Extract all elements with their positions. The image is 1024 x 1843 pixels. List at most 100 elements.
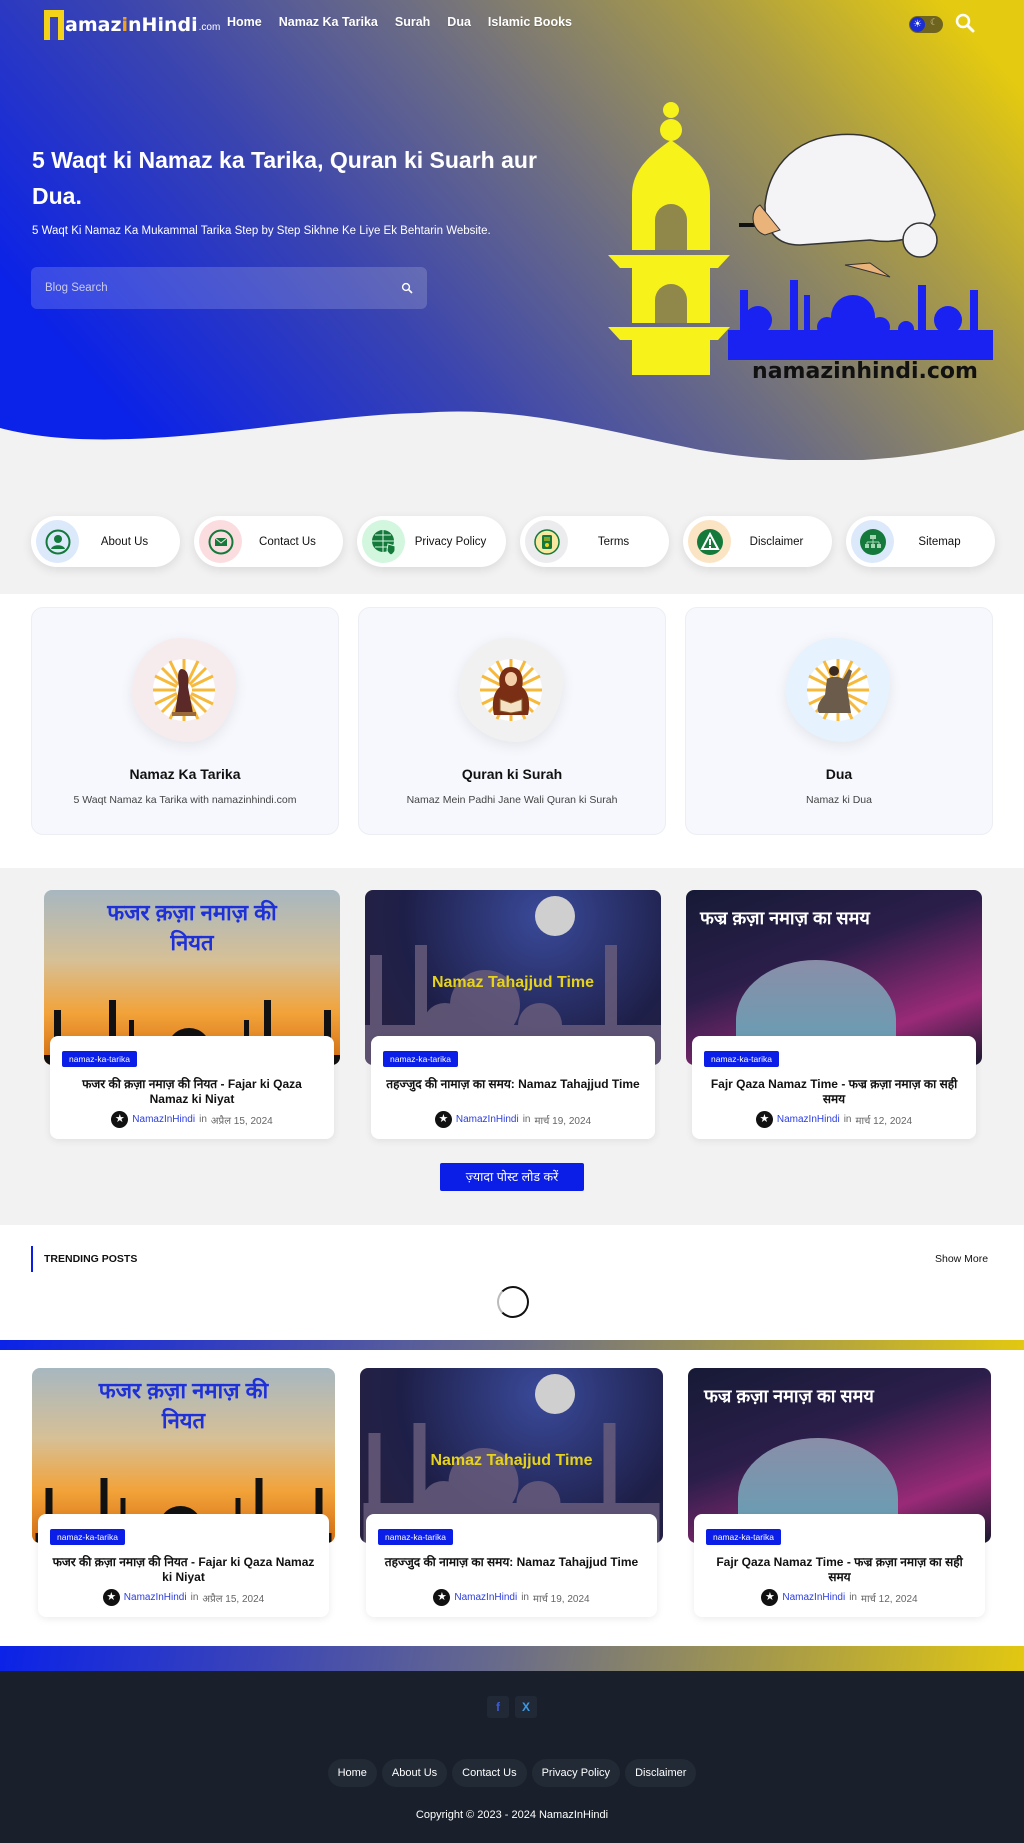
post-tag[interactable]: namaz-ka-tarika [706, 1529, 781, 1545]
menu-item-home[interactable]: Home [227, 15, 262, 29]
footer-link-home[interactable]: Home [327, 1759, 377, 1787]
post-tag[interactable]: namaz-ka-tarika [378, 1529, 453, 1545]
menu-item-islamic-books[interactable]: Islamic Books [488, 15, 572, 29]
post-meta: ★ NamazInHindi in अप्रैल 15, 2024 [50, 1589, 317, 1606]
post-author[interactable]: NamazInHindi [456, 1114, 519, 1125]
gradient-divider [0, 1340, 1024, 1350]
category-description: Namaz Mein Padhi Jane Wali Quran ki Sura… [406, 794, 618, 806]
quick-link-disclaimer[interactable]: Disclaimer [683, 516, 832, 567]
logo-mark-icon [44, 10, 64, 40]
author-avatar-icon: ★ [102, 1589, 120, 1606]
hero-title: 5 Waqt ki Namaz ka Tarika, Quran ki Suar… [32, 147, 537, 209]
category-card-quran-ki-surah[interactable]: Quran ki Surah Namaz Mein Padhi Jane Wal… [358, 607, 666, 835]
trending-header-band [0, 1225, 1024, 1340]
category-title: Namaz Ka Tarika [129, 766, 241, 782]
quran-reader-icon [480, 659, 542, 721]
search-icon[interactable] [401, 282, 413, 294]
quick-link-terms[interactable]: Terms [520, 516, 669, 567]
blog-search-input[interactable] [45, 282, 401, 294]
category-blob [132, 638, 236, 742]
theme-toggle[interactable]: ☀ ☾ [909, 16, 943, 33]
quick-link-label: Disclaimer [749, 535, 804, 548]
meta-in: in [843, 1114, 852, 1125]
trending-post-card[interactable]: Namaz Tahajjud Time namaz-ka-tarika तहज्… [360, 1368, 663, 1617]
category-card-namaz-ka-tarika[interactable]: Namaz Ka Tarika 5 Waqt Namaz ka Tarika w… [31, 607, 339, 835]
load-more-button[interactable]: ज़्यादा पोस्ट लोड करें [440, 1163, 584, 1191]
quick-link-contact-us[interactable]: Contact Us [194, 516, 343, 567]
menu-item-namaz-ka-tarika[interactable]: Namaz Ka Tarika [279, 15, 378, 29]
post-author[interactable]: NamazInHindi [454, 1592, 517, 1603]
post-author[interactable]: NamazInHindi [124, 1592, 187, 1603]
category-blob [459, 638, 563, 742]
footer-links: Home About Us Contact Us Privacy Policy … [0, 1759, 1024, 1787]
footer-link-disclaimer[interactable]: Disclaimer [625, 1759, 697, 1787]
loading-spinner-icon [497, 1286, 529, 1318]
post-body: namaz-ka-tarika Fajr Qaza Namaz Time - फ… [692, 1036, 976, 1139]
author-avatar-icon: ★ [111, 1111, 129, 1128]
author-avatar-icon: ★ [434, 1111, 452, 1128]
top-nav: amazinHindi .com Home Namaz Ka Tarika Su… [0, 0, 1024, 50]
author-avatar-icon: ★ [755, 1111, 773, 1128]
document-icon [525, 520, 568, 563]
footer-link-about-us[interactable]: About Us [381, 1759, 448, 1787]
post-author[interactable]: NamazInHindi [782, 1592, 845, 1603]
footer-link-privacy-policy[interactable]: Privacy Policy [531, 1759, 621, 1787]
category-description: Namaz ki Dua [806, 794, 872, 806]
post-tag[interactable]: namaz-ka-tarika [383, 1051, 458, 1067]
footer-gradient-strip [0, 1646, 1024, 1671]
moon-icon: ☾ [930, 17, 939, 27]
post-title[interactable]: Fajr Qaza Namaz Time - फज्र क़ज़ा नमाज़ … [704, 1077, 964, 1107]
post-body: namaz-ka-tarika तहज्जुद की नामाज़ का समय… [371, 1036, 655, 1139]
post-tag[interactable]: namaz-ka-tarika [50, 1529, 125, 1545]
post-card[interactable]: फज्र क़ज़ा नमाज़ का समय namaz-ka-tarika … [686, 890, 982, 1139]
menu-item-surah[interactable]: Surah [395, 15, 430, 29]
site-logo[interactable]: amazinHindi .com [44, 6, 220, 40]
quick-link-label: Contact Us [259, 535, 316, 548]
trending-post-card[interactable]: फज्र क़ज़ा नमाज़ का समय namaz-ka-tarika … [688, 1368, 991, 1617]
show-more-link[interactable]: Show More [935, 1253, 988, 1265]
post-title[interactable]: तहज्जुद की नामाज़ का समय: Namaz Tahajjud… [378, 1555, 645, 1585]
trending-title: TRENDING POSTS [44, 1253, 138, 1265]
post-title[interactable]: फजर की क़ज़ा नमाज़ की नियत - Fajar ki Qa… [50, 1555, 317, 1585]
trending-post-card[interactable]: फजर क़ज़ा नमाज़ की नियत namaz-ka-tarika … [32, 1368, 335, 1617]
author-avatar-icon: ★ [433, 1589, 451, 1606]
quick-link-sitemap[interactable]: Sitemap [846, 516, 995, 567]
menu-item-dua[interactable]: Dua [447, 15, 471, 29]
category-cards: Namaz Ka Tarika 5 Waqt Namaz ka Tarika w… [31, 607, 993, 835]
quick-link-about-us[interactable]: About Us [31, 516, 180, 567]
post-meta: ★ NamazInHindi in मार्च 12, 2024 [706, 1589, 973, 1606]
post-title[interactable]: फजर की क़ज़ा नमाज़ की नियत - Fajar ki Qa… [62, 1077, 322, 1107]
copyright-text: Copyright © 2023 - 2024 NamazInHindi [415, 1809, 609, 1821]
post-meta: ★ NamazInHindi in अप्रैल 15, 2024 [62, 1111, 322, 1128]
post-title[interactable]: तहज्जुद की नामाज़ का समय: Namaz Tahajjud… [383, 1077, 643, 1107]
category-blob [786, 638, 890, 742]
latest-posts: फजर क़ज़ा नमाज़ की नियत namaz-ka-tarika … [44, 890, 982, 1139]
quick-links: About Us Contact Us Privacy Policy Terms… [31, 516, 995, 567]
sun-icon: ☀ [910, 17, 925, 32]
x-twitter-icon[interactable]: X [515, 1696, 537, 1718]
sitemap-icon [851, 520, 894, 563]
facebook-icon[interactable]: f [487, 1696, 509, 1718]
post-card[interactable]: फजर क़ज़ा नमाज़ की नियत namaz-ka-tarika … [44, 890, 340, 1139]
user-icon [36, 520, 79, 563]
post-author[interactable]: NamazInHindi [132, 1114, 195, 1125]
logo-text-2: nHindi [128, 14, 198, 36]
post-body: namaz-ka-tarika फजर की क़ज़ा नमाज़ की नि… [50, 1036, 334, 1139]
post-meta: ★ NamazInHindi in मार्च 12, 2024 [704, 1111, 964, 1128]
quick-link-label: Privacy Policy [414, 535, 487, 548]
post-author[interactable]: NamazInHindi [777, 1114, 840, 1125]
post-title[interactable]: Fajr Qaza Namaz Time - फज्र क़ज़ा नमाज़ … [706, 1555, 973, 1585]
site-footer: f X Home About Us Contact Us Privacy Pol… [0, 1671, 1024, 1843]
hero-art-caption: namazinhindi.com [752, 359, 978, 384]
post-date: मार्च 19, 2024 [534, 1115, 592, 1127]
post-tag[interactable]: namaz-ka-tarika [704, 1051, 779, 1067]
footer-link-contact-us[interactable]: Contact Us [452, 1759, 527, 1787]
post-date: मार्च 19, 2024 [532, 1593, 590, 1605]
search-icon[interactable] [954, 12, 976, 34]
category-card-dua[interactable]: Dua Namaz ki Dua [685, 607, 993, 835]
quick-link-privacy-policy[interactable]: Privacy Policy [357, 516, 506, 567]
logo-suffix: .com [198, 22, 221, 33]
post-tag[interactable]: namaz-ka-tarika [62, 1051, 137, 1067]
category-description: 5 Waqt Namaz ka Tarika with namazinhindi… [73, 794, 297, 806]
post-card[interactable]: Namaz Tahajjud Time namaz-ka-tarika तहज्… [365, 890, 661, 1139]
